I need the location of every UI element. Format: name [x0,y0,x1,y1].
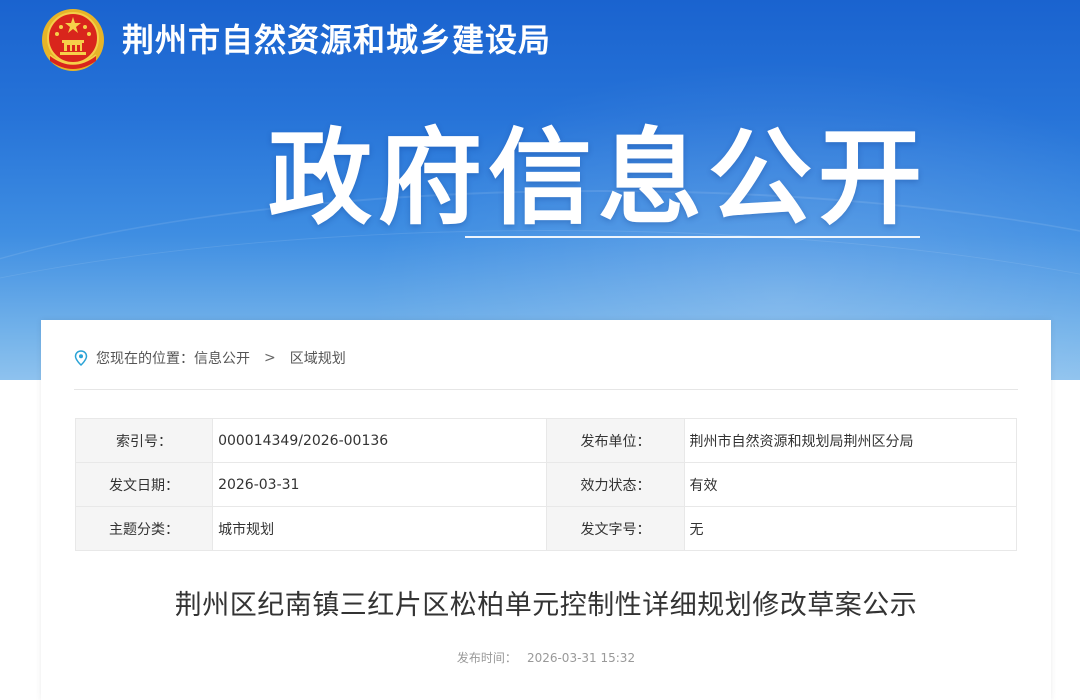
publish-time-label: 发布时间： [456,651,517,665]
national-emblem-icon[interactable] [40,7,106,73]
content-card: 您现在的位置： 信息公开 > 区域规划 索引号： 000014349/2026-… [41,320,1051,700]
breadcrumb-prefix: 您现在的位置： [96,351,194,367]
table-row: 主题分类： 城市规划 发文字号： 无 [74,506,1018,551]
meta-label-topic: 主题分类： [74,506,214,551]
meta-label-publisher: 发布单位： [546,418,685,463]
breadcrumb-item-info-disclosure[interactable]: 信息公开 [194,348,250,368]
meta-value-publisher: 荆州市自然资源和规划局荆州区分局 [683,418,1018,463]
breadcrumb-divider [74,389,1018,390]
meta-value-issue-date: 2026-03-31 [212,462,548,507]
meta-value-doc-number: 无 [683,506,1018,551]
publish-time-value: 2026-03-31 15:32 [526,651,636,665]
document-meta-table: 索引号： 000014349/2026-00136 发布单位： 荆州市自然资源和… [74,418,1018,551]
document-title: 荆州区纪南镇三红片区松柏单元控制性详细规划修改草案公示 [174,590,918,621]
meta-label-validity: 效力状态： [546,462,685,507]
hero-underline [465,236,920,238]
table-row: 发文日期： 2026-03-31 效力状态： 有效 [74,462,1018,507]
meta-value-validity: 有效 [683,462,1018,507]
table-row: 索引号： 000014349/2026-00136 发布单位： 荆州市自然资源和… [74,418,1018,463]
meta-value-index: 000014349/2026-00136 [212,418,548,463]
meta-label-issue-date: 发文日期： [74,462,214,507]
hero-title: 政府信息公开 [268,117,929,239]
breadcrumb-separator: > [264,350,276,366]
breadcrumb-item-regional-planning[interactable]: 区域规划 [290,348,346,368]
site-title[interactable]: 荆州市自然资源和城乡建设局 [122,18,551,62]
publish-info: 发布时间： 2026-03-31 15:32 [41,649,1051,666]
location-pin-icon [74,350,88,366]
meta-value-topic: 城市规划 [212,506,548,551]
breadcrumb: 您现在的位置： 信息公开 > 区域规划 [74,348,346,368]
meta-label-doc-number: 发文字号： [546,506,685,551]
meta-label-index: 索引号： [74,418,214,463]
